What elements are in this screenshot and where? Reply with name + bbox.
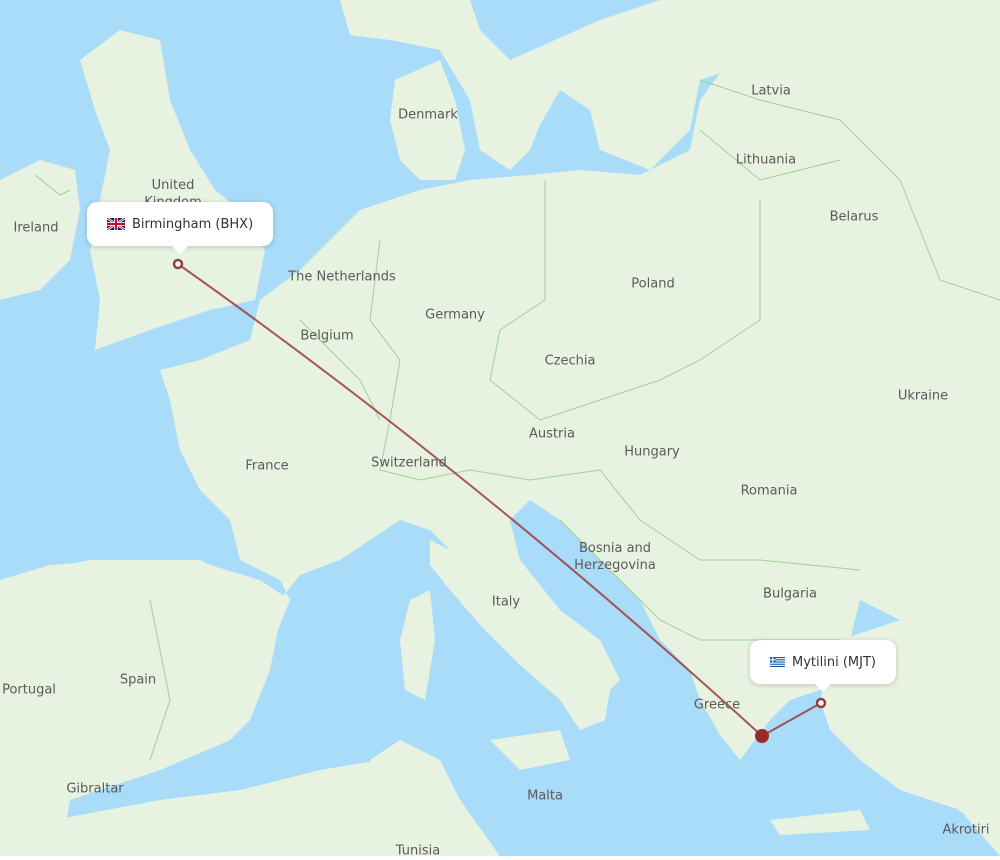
destination-callout[interactable]: Mytilini (MJT) — [750, 640, 896, 692]
label-hungary: Hungary — [624, 444, 680, 460]
label-netherlands: The Netherlands — [288, 269, 396, 285]
label-belgium: Belgium — [300, 328, 354, 344]
label-czechia: Czechia — [544, 353, 596, 369]
label-belarus: Belarus — [829, 209, 879, 225]
label-lithuania: Lithuania — [735, 152, 797, 168]
label-gibraltar: Gibraltar — [66, 781, 124, 797]
label-bosnia: Bosnia and Herzegovina — [574, 541, 656, 573]
label-france: France — [245, 458, 289, 474]
destination-airport-label: Mytilini (MJT) — [792, 654, 876, 670]
origin-marker[interactable] — [172, 258, 184, 270]
uk-flag-icon — [107, 218, 125, 230]
origin-airport-label: Birmingham (BHX) — [132, 216, 254, 232]
origin-callout[interactable]: Birmingham (BHX) — [87, 202, 274, 254]
destination-marker[interactable] — [815, 697, 827, 709]
label-tunisia: Tunisia — [395, 843, 441, 859]
label-romania: Romania — [740, 483, 798, 499]
label-poland: Poland — [631, 276, 675, 292]
map-canvas[interactable] — [0, 0, 1000, 856]
greece-flag-icon — [770, 657, 785, 667]
label-italy: Italy — [491, 594, 521, 610]
label-germany: Germany — [425, 307, 485, 323]
label-ukraine: Ukraine — [897, 388, 949, 404]
label-bulgaria: Bulgaria — [763, 586, 817, 602]
label-akrotiri: Akrotiri — [942, 822, 990, 838]
label-malta: Malta — [527, 788, 563, 804]
label-denmark: Denmark — [398, 107, 458, 123]
label-austria: Austria — [529, 426, 575, 442]
label-ireland: Ireland — [13, 220, 59, 236]
label-latvia: Latvia — [751, 83, 791, 99]
label-portugal: Portugal — [2, 682, 56, 698]
label-greece: Greece — [693, 697, 741, 713]
label-spain: Spain — [119, 672, 157, 688]
label-switzerland: Switzerland — [371, 455, 447, 471]
athens-marker[interactable] — [755, 729, 769, 743]
